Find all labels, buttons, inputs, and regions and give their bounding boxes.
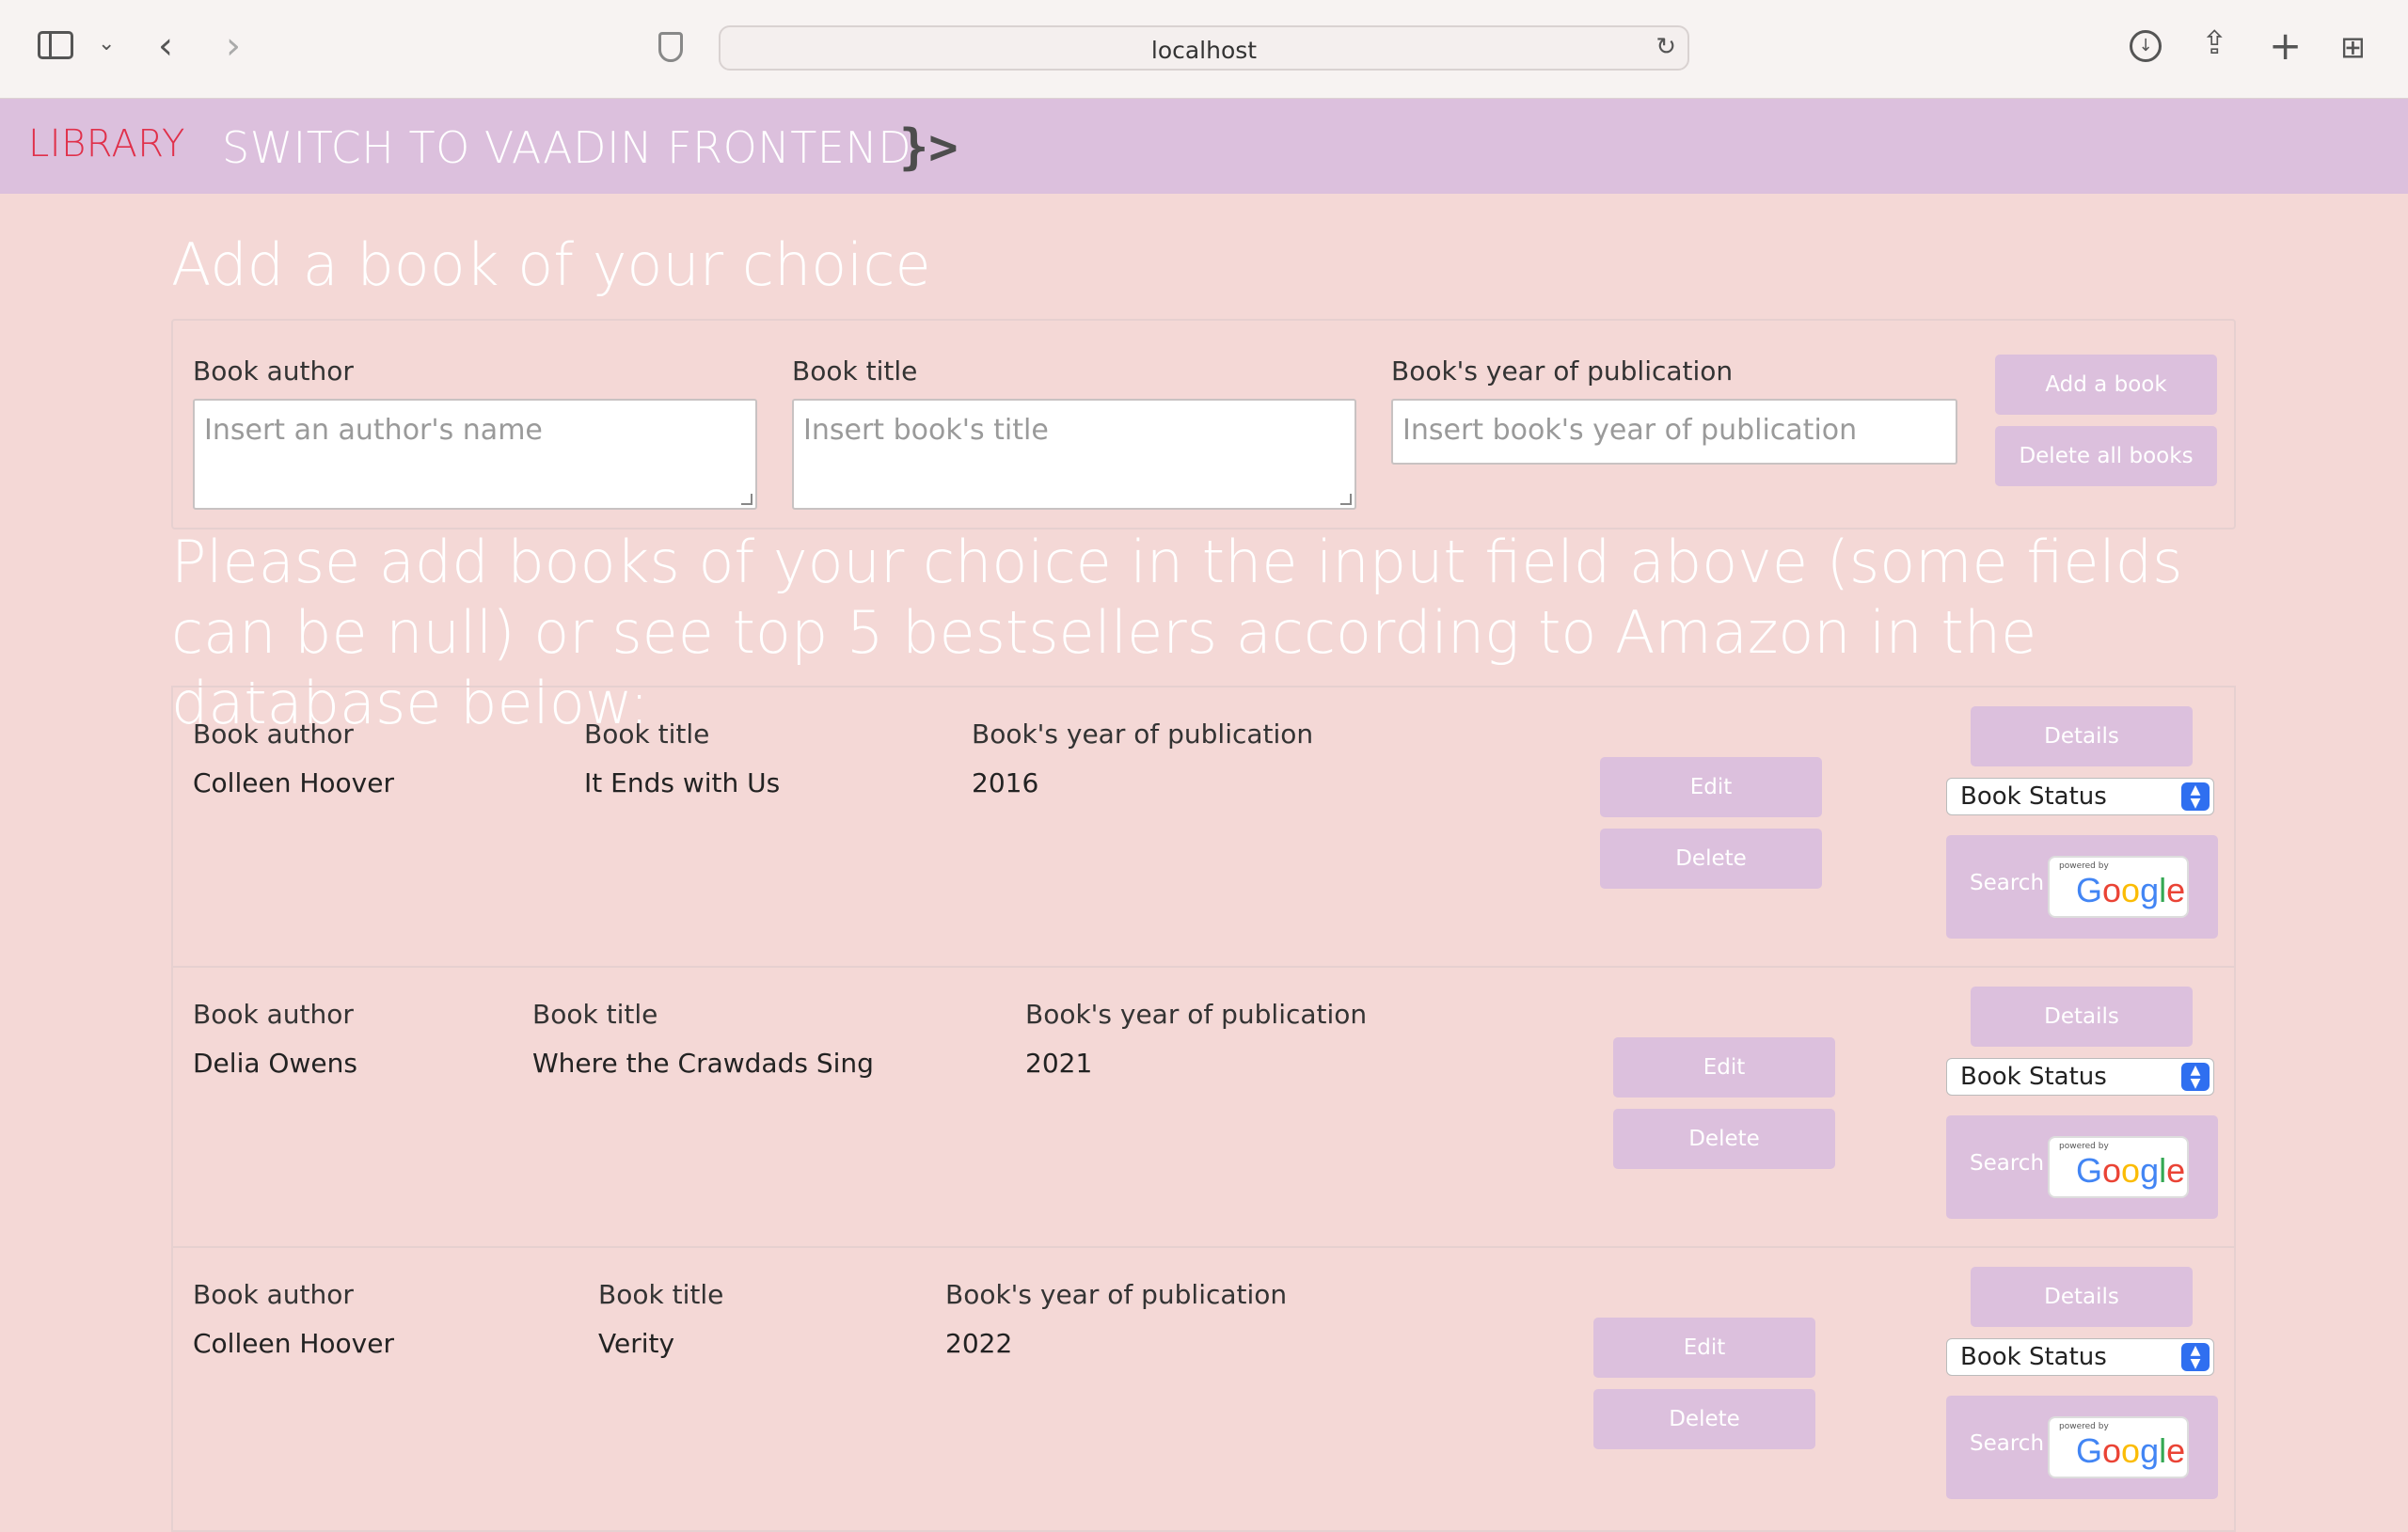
book-status-select[interactable]: Book Status ▲ ▼ bbox=[1946, 778, 2214, 815]
book-year: 2021 bbox=[1025, 1048, 1093, 1079]
book-author: Delia Owens bbox=[193, 1048, 357, 1079]
book-status-value: Book Status bbox=[1960, 782, 2107, 811]
delete-all-books-button[interactable]: Delete all books bbox=[1995, 426, 2217, 486]
book-status-select[interactable]: Book Status ▲ ▼ bbox=[1946, 1058, 2214, 1096]
book-status-select[interactable]: Book Status ▲ ▼ bbox=[1946, 1338, 2214, 1376]
book-year: 2016 bbox=[972, 767, 1039, 798]
book-row: Book author Colleen Hoover Book title It… bbox=[173, 687, 2234, 968]
shield-icon[interactable] bbox=[658, 32, 683, 62]
reload-icon[interactable]: ↻ bbox=[1656, 33, 1676, 61]
details-button[interactable]: Details bbox=[1971, 1267, 2193, 1327]
details-button[interactable]: Details bbox=[1971, 706, 2193, 766]
year-header: Book's year of publication bbox=[945, 1279, 1288, 1310]
author-header: Book author bbox=[193, 999, 354, 1030]
title-header: Book title bbox=[532, 999, 658, 1030]
switch-frontend-link[interactable]: SWITCH TO VAADIN FRONTEND bbox=[222, 122, 911, 173]
google-logo-icon: Google bbox=[2076, 1431, 2186, 1470]
powered-by-google-badge: powered by Google bbox=[2048, 1136, 2189, 1198]
author-input[interactable]: Insert an author's name bbox=[193, 399, 757, 510]
powered-by-text: powered by bbox=[2059, 1422, 2109, 1431]
author-header: Book author bbox=[193, 719, 354, 750]
search-label: Search bbox=[1970, 871, 2045, 895]
year-header: Book's year of publication bbox=[1025, 999, 1368, 1030]
resize-handle-icon[interactable] bbox=[1340, 494, 1352, 505]
add-book-button[interactable]: Add a book bbox=[1995, 355, 2217, 415]
title-label: Book title bbox=[792, 355, 918, 387]
book-list: Book author Colleen Hoover Book title It… bbox=[171, 686, 2236, 1532]
address-bar[interactable]: localhost ↻ bbox=[719, 25, 1689, 71]
google-logo-icon: Google bbox=[2076, 1151, 2186, 1190]
book-title: Where the Crawdads Sing bbox=[532, 1048, 874, 1079]
library-link[interactable]: LIBRARY bbox=[28, 122, 185, 166]
sidebar-toggle-icon[interactable] bbox=[38, 31, 73, 59]
powered-by-text: powered by bbox=[2059, 861, 2109, 871]
delete-button[interactable]: Delete bbox=[1600, 829, 1822, 889]
select-arrows-icon: ▲ ▼ bbox=[2181, 782, 2210, 811]
google-search-button[interactable]: Search powered by Google bbox=[1946, 1115, 2218, 1219]
book-author: Colleen Hoover bbox=[193, 1328, 394, 1359]
google-logo-icon: Google bbox=[2076, 871, 2186, 909]
edit-button[interactable]: Edit bbox=[1613, 1037, 1835, 1098]
author-placeholder: Insert an author's name bbox=[204, 414, 543, 447]
details-button[interactable]: Details bbox=[1971, 987, 2193, 1047]
select-arrows-icon: ▲ ▼ bbox=[2181, 1343, 2210, 1371]
book-author: Colleen Hoover bbox=[193, 767, 394, 798]
book-row: Book author Colleen Hoover Book title Ve… bbox=[173, 1248, 2234, 1528]
author-label: Book author bbox=[193, 355, 354, 387]
book-row: Book author Delia Owens Book title Where… bbox=[173, 968, 2234, 1248]
delete-button[interactable]: Delete bbox=[1613, 1109, 1835, 1169]
vaadin-logo-icon: }> bbox=[899, 119, 958, 176]
google-search-button[interactable]: Search powered by Google bbox=[1946, 835, 2218, 939]
url-text: localhost bbox=[1150, 37, 1258, 64]
powered-by-google-badge: powered by Google bbox=[2048, 856, 2189, 918]
select-arrows-icon: ▲ ▼ bbox=[2181, 1063, 2210, 1091]
add-book-form: Book author Insert an author's name Book… bbox=[171, 319, 2236, 529]
forward-icon[interactable]: › bbox=[226, 24, 241, 68]
year-placeholder: Insert book's year of publication bbox=[1402, 414, 1858, 447]
new-tab-icon[interactable]: + bbox=[2269, 23, 2302, 69]
title-input[interactable]: Insert book's title bbox=[792, 399, 1356, 510]
tab-overview-icon[interactable]: ⊞ bbox=[2340, 32, 2366, 62]
author-header: Book author bbox=[193, 1279, 354, 1310]
book-status-value: Book Status bbox=[1960, 1343, 2107, 1371]
delete-button[interactable]: Delete bbox=[1593, 1389, 1815, 1449]
title-placeholder: Insert book's title bbox=[803, 414, 1049, 447]
back-icon[interactable]: ‹ bbox=[158, 24, 173, 68]
book-status-value: Book Status bbox=[1960, 1063, 2107, 1091]
year-label: Book's year of publication bbox=[1391, 355, 1734, 387]
search-label: Search bbox=[1970, 1431, 2045, 1456]
edit-button[interactable]: Edit bbox=[1593, 1318, 1815, 1378]
powered-by-google-badge: powered by Google bbox=[2048, 1416, 2189, 1478]
year-input[interactable]: Insert book's year of publication bbox=[1391, 399, 1957, 465]
search-label: Search bbox=[1970, 1151, 2045, 1176]
powered-by-text: powered by bbox=[2059, 1142, 2109, 1151]
app-navbar: LIBRARY SWITCH TO VAADIN FRONTEND }> bbox=[0, 99, 2408, 194]
title-header: Book title bbox=[598, 1279, 724, 1310]
share-icon[interactable]: ⇪ bbox=[2201, 24, 2228, 62]
book-title: It Ends with Us bbox=[584, 767, 781, 798]
book-title: Verity bbox=[598, 1328, 675, 1359]
google-search-button[interactable]: Search powered by Google bbox=[1946, 1396, 2218, 1499]
chevron-down-icon[interactable]: ⌄ bbox=[98, 32, 115, 55]
add-book-heading: Add a book of your choice bbox=[171, 230, 931, 299]
edit-button[interactable]: Edit bbox=[1600, 757, 1822, 817]
browser-toolbar: ⌄ ‹ › localhost ↻ ↓ ⇪ + ⊞ bbox=[0, 0, 2408, 99]
title-header: Book title bbox=[584, 719, 710, 750]
year-header: Book's year of publication bbox=[972, 719, 1314, 750]
download-icon[interactable]: ↓ bbox=[2130, 30, 2162, 62]
book-year: 2022 bbox=[945, 1328, 1013, 1359]
resize-handle-icon[interactable] bbox=[741, 494, 752, 505]
